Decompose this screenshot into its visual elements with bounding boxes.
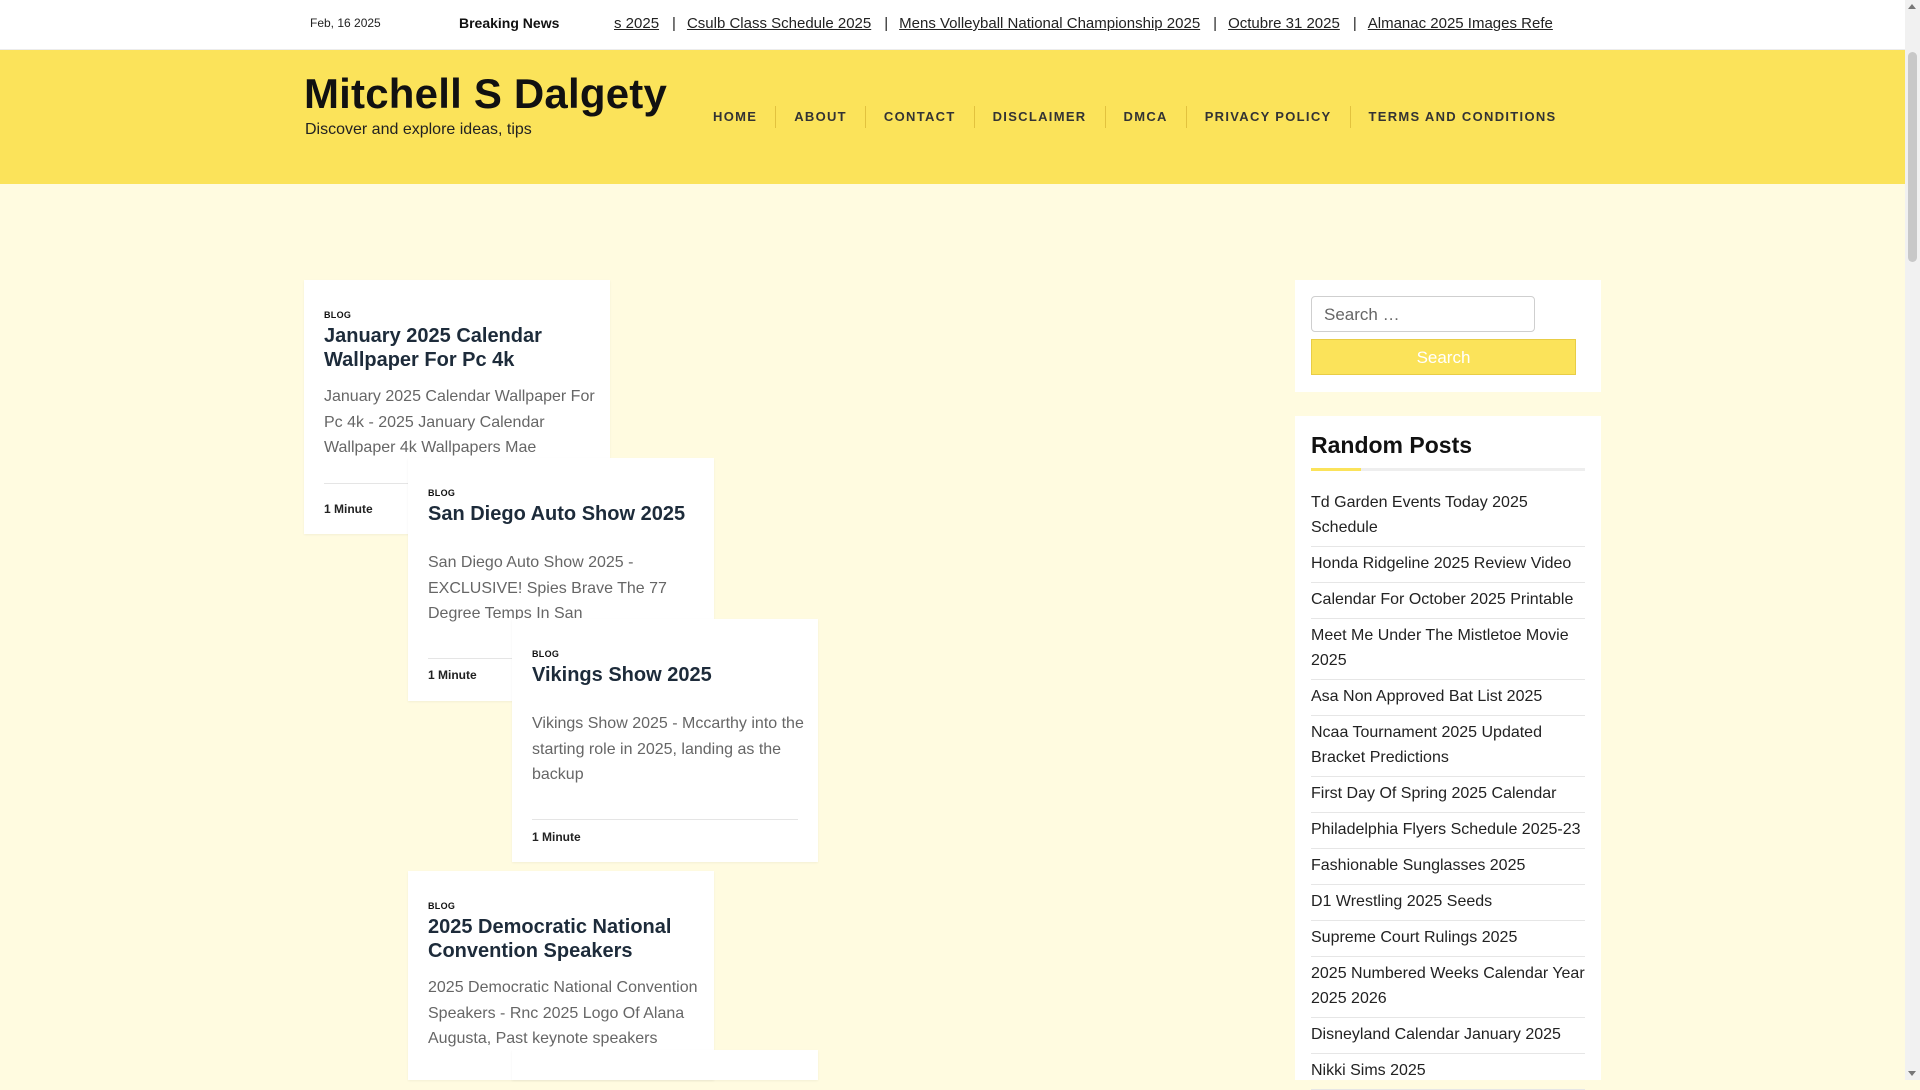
- random-post-link[interactable]: Calendar For October 2025 Printable: [1311, 583, 1585, 619]
- ticker-separator: |: [672, 15, 676, 32]
- random-post-link[interactable]: Nikki Sims 2025: [1311, 1054, 1585, 1090]
- ticker-link[interactable]: Csulb Class Schedule 2025: [687, 15, 871, 32]
- random-post-link[interactable]: Honda Ridgeline 2025 Review Video: [1311, 547, 1585, 583]
- ticker-separator: |: [884, 15, 889, 32]
- breaking-news-label: Breaking News: [459, 15, 560, 31]
- post-card-partial: [512, 1050, 818, 1080]
- ticker-separator: |: [1352, 15, 1357, 32]
- main-navigation: HOME ABOUT CONTACT DISCLAIMER DMCA PRIVA…: [695, 106, 1575, 128]
- post-excerpt: 2025 Democratic National Convention Spea…: [428, 979, 698, 1047]
- nav-contact[interactable]: CONTACT: [866, 106, 975, 128]
- random-post-link[interactable]: Philadelphia Flyers Schedule 2025-23: [1311, 813, 1585, 849]
- post-category[interactable]: BLOG: [532, 649, 559, 659]
- post-title[interactable]: Vikings Show 2025: [532, 663, 802, 687]
- post-title[interactable]: 2025 Democratic National Convention Spea…: [428, 915, 698, 963]
- post-excerpt: San Diego Auto Show 2025 - EXCLUSIVE! Sp…: [428, 554, 667, 622]
- post-title[interactable]: San Diego Auto Show 2025: [428, 502, 698, 526]
- post-read-time: 1 Minute: [428, 668, 477, 682]
- ticker-separator: |: [1213, 15, 1218, 32]
- post-card: BLOG Vikings Show 2025 Vikings Show 2025…: [512, 619, 818, 862]
- ticker-link[interactable]: s 2025: [614, 15, 659, 32]
- nav-disclaimer[interactable]: DISCLAIMER: [975, 106, 1106, 128]
- nav-home[interactable]: HOME: [695, 106, 777, 128]
- post-excerpt: Vikings Show 2025 - Mccarthy into the st…: [532, 715, 804, 783]
- random-posts-widget: Random Posts Td Garden Events Today 2025…: [1295, 416, 1601, 1090]
- random-posts-list: Td Garden Events Today 2025 Schedule Hon…: [1311, 486, 1585, 1090]
- heading-underline-accent: [1311, 468, 1361, 471]
- nav-about[interactable]: ABOUT: [776, 106, 866, 128]
- scrollbar-thumb[interactable]: [1908, 52, 1917, 262]
- nav-terms-and-conditions[interactable]: TERMS AND CONDITIONS: [1351, 106, 1575, 128]
- post-read-time: 1 Minute: [324, 502, 373, 516]
- site-title[interactable]: Mitchell S Dalgety: [304, 70, 667, 118]
- news-ticker: s 2025 | Csulb Class Schedule 2025 | Mens Vo…: [614, 15, 1602, 37]
- post-category[interactable]: BLOG: [428, 488, 455, 498]
- ticker-link[interactable]: Octubre 31 2025: [1228, 15, 1340, 32]
- search-widget: Search … Search: [1295, 280, 1601, 392]
- random-post-link[interactable]: D1 Wrestling 2025 Seeds: [1311, 885, 1585, 921]
- search-button[interactable]: Search: [1311, 339, 1576, 375]
- post-title[interactable]: January 2025 Calendar Wallpaper For Pc 4…: [324, 324, 594, 372]
- site-tagline: Discover and explore ideas, tips: [305, 121, 532, 138]
- post-excerpt: January 2025 Calendar Wallpaper For Pc 4…: [324, 388, 595, 456]
- card-divider: [532, 819, 798, 820]
- scroll-up-arrow-icon[interactable]: [1908, 4, 1916, 9]
- post-category[interactable]: BLOG: [428, 901, 455, 911]
- random-post-link[interactable]: Supreme Court Rulings 2025: [1311, 921, 1585, 957]
- ticker-link[interactable]: Almanac 2025 Images Refe: [1368, 15, 1553, 32]
- search-input[interactable]: Search …: [1311, 296, 1535, 332]
- current-date: Feb, 16 2025: [310, 16, 381, 30]
- random-post-link[interactable]: Fashionable Sunglasses 2025: [1311, 849, 1585, 885]
- site-header: Mitchell S Dalgety Discover and explore …: [0, 50, 1905, 184]
- random-post-link[interactable]: Disneyland Calendar January 2025: [1311, 1018, 1585, 1054]
- random-post-link[interactable]: Td Garden Events Today 2025 Schedule: [1311, 486, 1585, 547]
- scroll-down-arrow-icon[interactable]: [1908, 1071, 1916, 1076]
- random-post-link[interactable]: First Day Of Spring 2025 Calendar: [1311, 777, 1585, 813]
- random-post-link[interactable]: Meet Me Under The Mistletoe Movie 2025: [1311, 619, 1585, 680]
- top-bar: Feb, 16 2025 Breaking News s 2025 | Csulb …: [0, 0, 1905, 50]
- random-post-link[interactable]: 2025 Numbered Weeks Calendar Year 2025 2…: [1311, 957, 1585, 1018]
- post-category[interactable]: BLOG: [324, 310, 351, 320]
- random-post-link[interactable]: Asa Non Approved Bat List 2025: [1311, 680, 1585, 716]
- nav-dmca[interactable]: DMCA: [1106, 106, 1187, 128]
- post-read-time: 1 Minute: [532, 830, 581, 844]
- ticker-link[interactable]: Mens Volleyball National Championship 20…: [899, 15, 1200, 32]
- random-post-link[interactable]: Ncaa Tournament 2025 Updated Bracket Pre…: [1311, 716, 1585, 777]
- random-posts-heading: Random Posts: [1311, 432, 1473, 458]
- post-card: BLOG 2025 Democratic National Convention…: [408, 871, 714, 1080]
- nav-privacy-policy[interactable]: PRIVACY POLICY: [1187, 106, 1351, 128]
- page-scrollbar[interactable]: [1905, 0, 1920, 1080]
